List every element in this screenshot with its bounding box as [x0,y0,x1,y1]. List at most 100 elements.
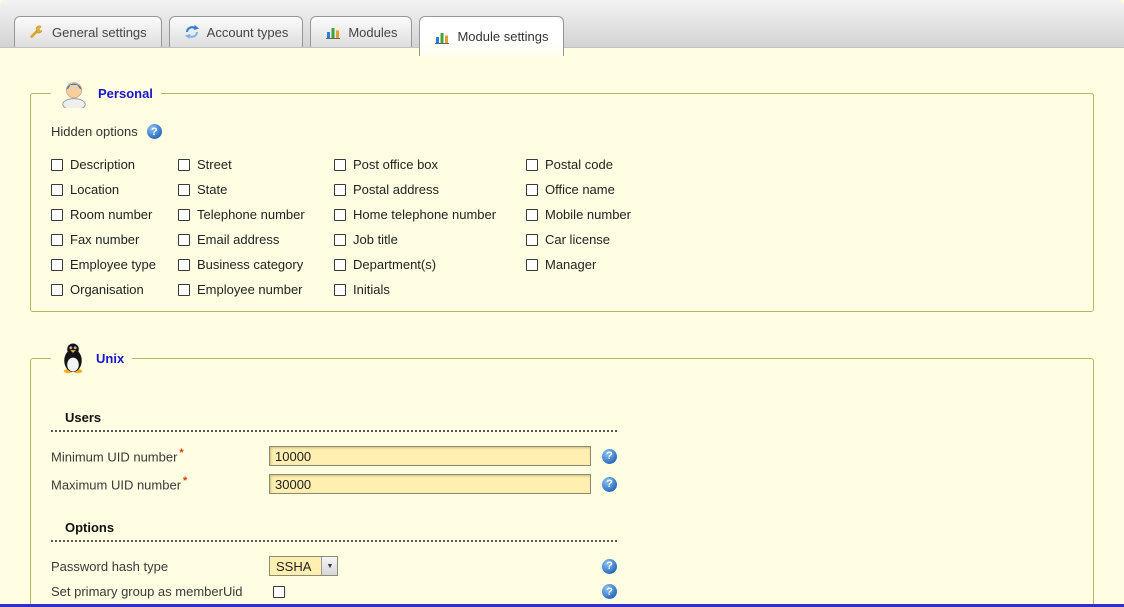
hidden-option-home-telephone-number: Home telephone number [334,207,526,222]
max-uid-input[interactable] [269,474,591,494]
hidden-option-checkbox[interactable] [178,209,190,221]
hidden-option-checkbox[interactable] [334,159,346,171]
hidden-option-checkbox[interactable] [51,184,63,196]
password-hash-select[interactable]: SSHA ▼ [269,556,338,576]
hidden-option-checkbox[interactable] [526,159,538,171]
hidden-option-checkbox[interactable] [334,259,346,271]
hidden-option-checkbox[interactable] [178,234,190,246]
hidden-option-organisation: Organisation [51,282,178,297]
hidden-option-checkbox[interactable] [178,184,190,196]
member-uid-row: Set primary group as memberUid ? [51,584,617,599]
hidden-option-label: Business category [197,257,303,272]
hidden-option-label: Home telephone number [353,207,496,222]
required-marker: * [179,447,183,459]
hidden-option-label: Telephone number [197,207,305,222]
tab-general-settings[interactable]: General settings [14,16,162,47]
hidden-option-email-address: Email address [178,232,334,247]
min-uid-help-icon[interactable]: ? [602,449,617,464]
hidden-option-checkbox[interactable] [526,209,538,221]
tab-module-settings[interactable]: Module settings [419,16,563,56]
hidden-option-label: Fax number [70,232,139,247]
hidden-options-grid: Description Street Post office box Postal c… [51,157,1081,297]
min-uid-label: Minimum UID number* [51,447,269,464]
hidden-option-mobile-number: Mobile number [526,207,746,222]
tab-account-types[interactable]: Account types [169,16,304,47]
hidden-option-checkbox[interactable] [51,159,63,171]
hidden-option-postal-address: Postal address [334,182,526,197]
hidden-option-job-title: Job title [334,232,526,247]
hidden-option-label: Description [70,157,135,172]
hidden-option-checkbox[interactable] [51,284,63,296]
hidden-option-business-category: Business category [178,257,334,272]
wrench-icon [29,24,45,40]
hidden-option-state: State [178,182,334,197]
hidden-option-car-license: Car license [526,232,746,247]
hidden-option-label: Employee type [70,257,156,272]
tab-label: General settings [52,25,147,40]
hidden-option-checkbox[interactable] [526,184,538,196]
module-settings-page: General settings Account types Modules Modu… [0,0,1124,607]
modules-icon [434,29,450,45]
hidden-option-checkbox[interactable] [526,259,538,271]
tab-label: Modules [348,25,397,40]
hidden-option-label: Manager [545,257,596,272]
options-section-title: Options [51,520,617,542]
options-section-header: Options [51,520,617,542]
hidden-option-label: Office name [545,182,615,197]
hidden-option-employee-number: Employee number [178,282,334,297]
hidden-option-initials: Initials [334,282,526,297]
unix-legend-label: Unix [96,351,124,366]
hidden-option-checkbox[interactable] [334,209,346,221]
hidden-option-checkbox[interactable] [51,209,63,221]
hidden-option-label: Street [197,157,232,172]
hidden-option-checkbox[interactable] [334,234,346,246]
unix-fieldset: Unix Users Minimum UID number* ? Maximum… [30,342,1094,607]
users-section-title: Users [51,410,617,432]
tab-modules[interactable]: Modules [310,16,412,47]
chevron-down-icon: ▼ [321,557,337,575]
member-uid-checkbox[interactable] [273,586,285,598]
hidden-options-help-icon[interactable]: ? [147,124,162,139]
hidden-option-label: Job title [353,232,398,247]
hidden-option-checkbox[interactable] [334,284,346,296]
modules-icon [325,24,341,40]
hidden-option-checkbox[interactable] [178,159,190,171]
password-hash-label: Password hash type [51,559,269,574]
hidden-options-label: Hidden options [51,124,138,139]
hidden-option-label: Postal code [545,157,613,172]
hidden-option-label: Mobile number [545,207,631,222]
hidden-option-checkbox[interactable] [178,259,190,271]
member-uid-help-icon[interactable]: ? [602,584,617,599]
member-uid-label: Set primary group as memberUid [51,584,269,599]
hidden-option-label: Initials [353,282,390,297]
hidden-option-department-s-: Department(s) [334,257,526,272]
hidden-option-label: State [197,182,227,197]
hidden-option-label: Email address [197,232,279,247]
password-hash-help-icon[interactable]: ? [602,559,617,574]
hidden-option-manager: Manager [526,257,746,272]
min-uid-input[interactable] [269,446,591,466]
max-uid-row: Maximum UID number* ? [51,474,617,494]
hidden-option-label: Postal address [353,182,439,197]
tab-label: Module settings [457,29,548,44]
hidden-option-street: Street [178,157,334,172]
hidden-option-checkbox[interactable] [178,284,190,296]
personal-fieldset: Personal Hidden options ? Description Str… [30,78,1094,312]
hidden-option-label: Employee number [197,282,303,297]
hidden-option-checkbox[interactable] [526,234,538,246]
max-uid-label: Maximum UID number* [51,475,269,492]
hidden-option-label: Post office box [353,157,438,172]
hidden-option-label: Location [70,182,119,197]
hidden-option-label: Room number [70,207,152,222]
min-uid-row: Minimum UID number* ? [51,446,617,466]
hidden-option-room-number: Room number [51,207,178,222]
hidden-option-checkbox[interactable] [51,234,63,246]
hidden-option-checkbox[interactable] [51,259,63,271]
tab-bar: General settings Account types Modules Modu… [0,0,1124,48]
hidden-option-fax-number: Fax number [51,232,178,247]
sync-icon [184,24,200,40]
max-uid-help-icon[interactable]: ? [602,477,617,492]
hidden-option-checkbox[interactable] [334,184,346,196]
personal-legend-label: Personal [98,86,153,101]
hidden-option-label: Car license [545,232,610,247]
